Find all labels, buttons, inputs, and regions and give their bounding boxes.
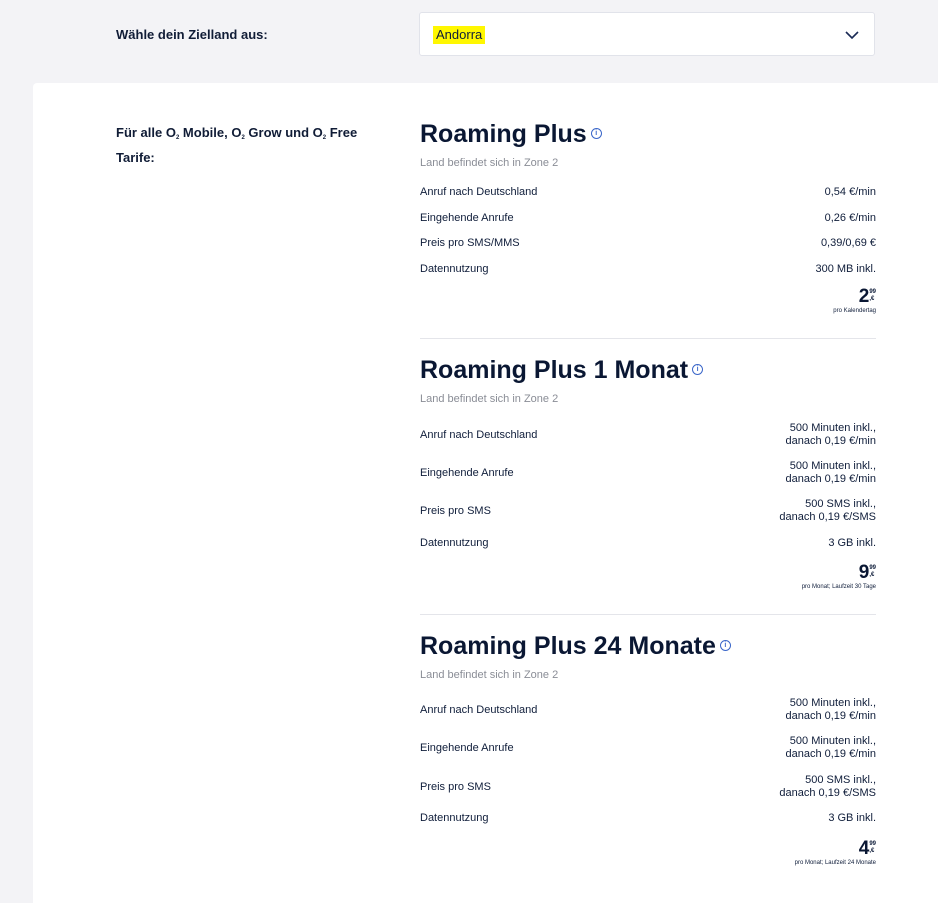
country-label: Wähle dein Zielland aus: bbox=[116, 27, 268, 42]
info-icon[interactable]: i bbox=[719, 640, 731, 651]
price: 499 ,€ pro Monat; Laufzeit 24 Monate bbox=[794, 838, 876, 867]
price: 999 ,€ pro Monat; Laufzeit 30 Tage bbox=[801, 562, 876, 591]
section-roaming-plus-1-monat: Roaming Plus 1 Monat i Land befindet sich… bbox=[420, 355, 876, 405]
section-roaming-plus-24-monate: Roaming Plus 24 Monate i Land befindet si… bbox=[420, 631, 876, 681]
price-note: pro Monat; Laufzeit 24 Monate bbox=[794, 860, 876, 866]
section-roaming-plus: Roaming Plus i Land befindet sich in Zone… bbox=[420, 119, 876, 169]
price-note: pro Kalendertag bbox=[833, 308, 876, 314]
info-icon[interactable]: i bbox=[692, 364, 704, 375]
price-euros: 2 bbox=[858, 286, 870, 307]
country-select[interactable]: Andorra bbox=[419, 12, 875, 56]
divider bbox=[420, 614, 876, 615]
section-title: Roaming Plus 1 Monat i bbox=[420, 355, 876, 385]
section-title: Roaming Plus 24 Monate i bbox=[420, 631, 876, 661]
country-select-value: Andorra bbox=[433, 26, 486, 44]
chevron-down-icon[interactable] bbox=[844, 27, 860, 43]
info-icon[interactable]: i bbox=[590, 128, 602, 139]
zone-text: Land befindet sich in Zone 2 bbox=[420, 669, 559, 681]
divider bbox=[420, 338, 876, 339]
zone-text: Land befindet sich in Zone 2 bbox=[420, 157, 559, 169]
section-title: Roaming Plus i bbox=[420, 119, 876, 149]
price-euros: 9 bbox=[858, 562, 870, 583]
tariff-intro: Für alle O2 Mobile, O2 Grow und O2 Free … bbox=[116, 125, 358, 165]
price-euros: 4 bbox=[858, 838, 870, 859]
zone-text: Land befindet sich in Zone 2 bbox=[420, 393, 559, 405]
price-note: pro Monat; Laufzeit 30 Tage bbox=[801, 584, 876, 590]
price: 299 ,€ pro Kalendertag bbox=[833, 286, 876, 315]
